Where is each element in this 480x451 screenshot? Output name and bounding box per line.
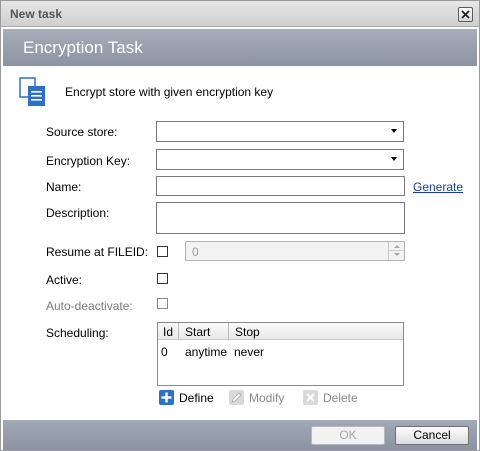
- auto-deactivate-label: Auto-deactivate:: [46, 299, 133, 313]
- column-divider: [228, 323, 229, 340]
- document-stack-icon: [19, 77, 45, 106]
- description-label: Description:: [46, 206, 110, 220]
- generate-link[interactable]: Generate: [413, 180, 463, 194]
- column-header-id[interactable]: Id: [163, 325, 173, 339]
- chevron-down-icon: [391, 157, 397, 161]
- table-header: Id Start Stop: [158, 323, 403, 340]
- column-header-stop[interactable]: Stop: [235, 325, 260, 339]
- active-checkbox[interactable]: [157, 273, 168, 284]
- encryption-key-label: Encryption Key:: [46, 154, 131, 168]
- auto-deactivate-checkbox[interactable]: [157, 298, 168, 309]
- table-cell-id[interactable]: 0: [161, 345, 168, 359]
- dialog-window: New task Encryption Task Encrypt store w…: [0, 0, 480, 451]
- source-store-dropdown[interactable]: [156, 121, 404, 142]
- source-store-label: Source store:: [46, 125, 118, 139]
- encryption-key-dropdown[interactable]: [156, 149, 404, 170]
- define-label: Define: [179, 391, 214, 405]
- header-title: Encryption Task: [23, 38, 143, 57]
- dialog-header: Encryption Task: [3, 29, 477, 66]
- table-cell-stop[interactable]: never: [234, 345, 264, 359]
- name-label: Name:: [46, 180, 82, 194]
- delete-x-icon: [303, 390, 318, 405]
- dialog-footer: OK Cancel: [3, 420, 477, 450]
- name-input[interactable]: [156, 176, 405, 196]
- column-divider: [178, 323, 179, 340]
- resume-at-fileid-label: Resume at FILEID:: [46, 245, 149, 259]
- window-title: New task: [10, 7, 63, 21]
- title-bar[interactable]: New task: [1, 1, 479, 27]
- spin-up-icon[interactable]: [394, 245, 400, 248]
- ok-button[interactable]: OK: [311, 426, 385, 445]
- pencil-icon: [229, 390, 244, 405]
- close-button[interactable]: [458, 7, 473, 22]
- fileid-value: 0: [192, 245, 199, 259]
- delete-label: Delete: [323, 391, 358, 405]
- column-header-start[interactable]: Start: [185, 325, 210, 339]
- spin-down-icon[interactable]: [394, 253, 400, 256]
- cancel-button[interactable]: Cancel: [395, 426, 469, 445]
- chevron-down-icon: [391, 129, 397, 133]
- description-input[interactable]: [156, 202, 405, 234]
- resume-at-fileid-checkbox[interactable]: [157, 246, 168, 257]
- active-label: Active:: [46, 273, 83, 287]
- close-icon: [461, 10, 470, 19]
- spinner-buttons[interactable]: [388, 242, 404, 260]
- spinner-divider: [389, 250, 404, 251]
- plus-icon: [159, 390, 174, 405]
- table-cell-start[interactable]: anytime: [185, 345, 227, 359]
- scheduling-label: Scheduling:: [46, 326, 109, 340]
- fileid-spinner[interactable]: 0: [185, 241, 405, 261]
- modify-label: Modify: [249, 391, 285, 405]
- schedule-table[interactable]: Id Start Stop 0 anytime never: [157, 322, 404, 386]
- intro-description: Encrypt store with given encryption key: [65, 85, 274, 99]
